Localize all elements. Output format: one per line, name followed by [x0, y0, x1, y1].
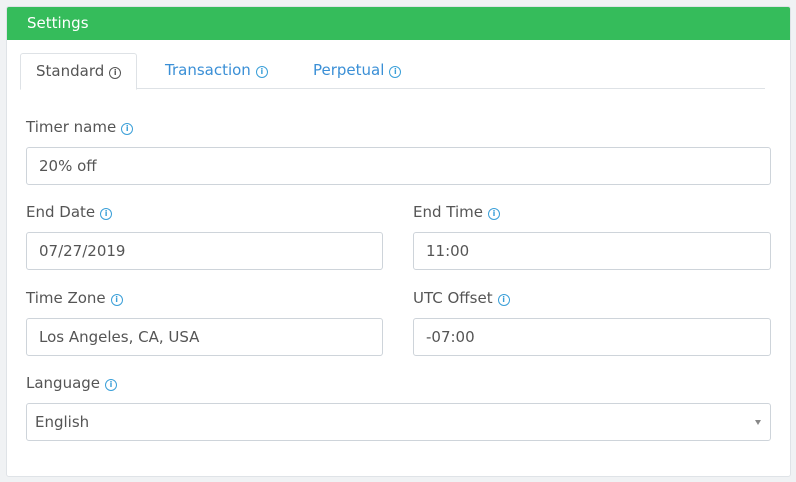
caret-down-icon: [755, 420, 761, 425]
time-zone-label-text: Time Zone: [26, 289, 106, 307]
tab-standard[interactable]: Standard i: [20, 53, 138, 90]
end-time-input[interactable]: [413, 232, 771, 270]
time-zone-input[interactable]: [26, 318, 383, 356]
info-icon[interactable]: i: [100, 208, 113, 220]
info-icon[interactable]: i: [255, 66, 268, 78]
utc-offset-label: UTC Offset i: [413, 289, 510, 307]
end-time-label-text: End Time: [413, 203, 483, 221]
tab-perpetual[interactable]: Perpetual i: [298, 53, 416, 89]
time-zone-label: Time Zone i: [26, 289, 123, 307]
info-icon[interactable]: i: [105, 379, 118, 391]
timer-name-label-text: Timer name: [26, 118, 117, 136]
language-label-text: Language: [26, 374, 101, 392]
tab-transaction[interactable]: Transaction i: [150, 53, 283, 89]
tab-bar: Standard i Transaction i Perpetual i: [20, 53, 765, 90]
tab-perpetual-label: Perpetual: [313, 61, 385, 79]
info-icon[interactable]: i: [487, 208, 500, 220]
info-icon[interactable]: i: [497, 294, 510, 306]
tab-transaction-label: Transaction: [165, 61, 251, 79]
language-select[interactable]: English: [26, 403, 771, 441]
timer-name-label: Timer name i: [26, 118, 134, 136]
info-icon[interactable]: i: [121, 123, 134, 135]
language-selected-value: English: [35, 413, 90, 431]
panel-title: Settings: [7, 7, 790, 40]
end-date-label-text: End Date: [26, 203, 96, 221]
tab-standard-label: Standard: [36, 62, 105, 80]
end-date-input[interactable]: [26, 232, 383, 270]
timer-name-input[interactable]: [26, 147, 771, 185]
language-label: Language i: [26, 374, 118, 392]
end-time-label: End Time i: [413, 203, 500, 221]
info-icon[interactable]: i: [389, 66, 402, 78]
end-date-label: End Date i: [26, 203, 113, 221]
info-icon[interactable]: i: [110, 294, 123, 306]
utc-offset-input[interactable]: [413, 318, 771, 356]
utc-offset-label-text: UTC Offset: [413, 289, 493, 307]
info-icon[interactable]: i: [109, 67, 122, 79]
